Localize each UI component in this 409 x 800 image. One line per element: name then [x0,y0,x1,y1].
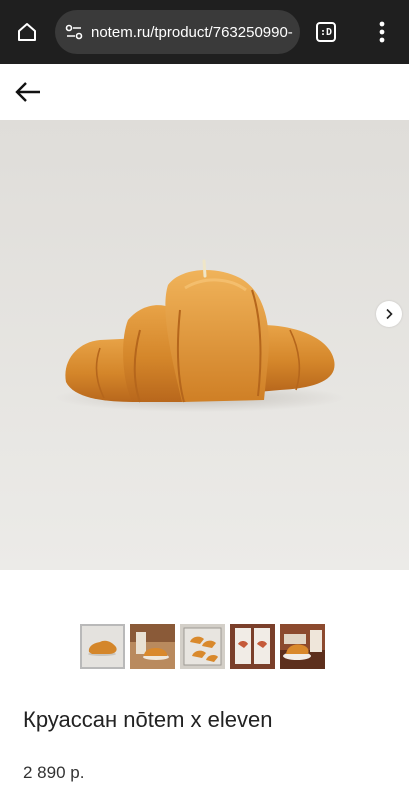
thumbnail-4[interactable] [230,624,275,669]
product-title: Круассан nōtem x eleven [23,707,273,732]
url-text[interactable]: notem.ru/tproduct/763250990- [91,24,293,41]
home-icon [18,23,36,41]
more-vert-icon[interactable] [370,19,394,45]
tabs-button[interactable]: :D [316,22,336,42]
thumbnail-3[interactable] [180,624,225,669]
thumbnail-2[interactable] [130,624,175,669]
home-button[interactable] [10,13,44,51]
site-info-icon[interactable] [64,22,84,42]
browser-toolbar: notem.ru/tproduct/763250990- :D [0,0,409,64]
next-image-button[interactable] [376,301,402,327]
chevron-right-icon [386,308,393,320]
croissant-candle-image [0,120,409,570]
thumbnail-strip [80,624,325,669]
back-arrow-icon [15,82,40,102]
product-image[interactable] [0,120,409,570]
thumbnail-1[interactable] [80,624,125,669]
back-button[interactable] [12,78,44,106]
address-bar[interactable]: notem.ru/tproduct/763250990- [55,10,300,54]
product-price: 2 890 р. [23,763,85,782]
thumbnail-5[interactable] [280,624,325,669]
